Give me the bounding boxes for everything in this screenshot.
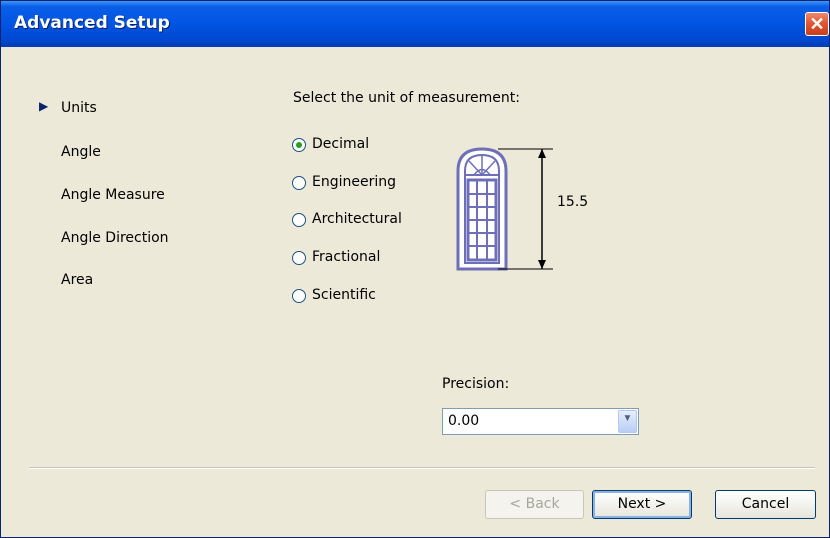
dialog-content: ▶ Units Angle Angle Measure Angle Direct… xyxy=(1,47,829,537)
radio-label[interactable]: Scientific xyxy=(312,287,376,303)
advanced-setup-dialog: Advanced Setup ✕ ▶ Units Angle Angle Mea… xyxy=(0,0,830,538)
radio-selected-dot xyxy=(296,142,302,148)
separator xyxy=(29,467,815,469)
precision-dropdown[interactable]: 0.00 ▼ xyxy=(442,408,639,435)
precision-value: 0.00 xyxy=(448,413,480,429)
dimension-label: 15.5 xyxy=(557,194,589,210)
nav-item-angle-direction: Angle Direction xyxy=(61,230,169,246)
dropdown-button[interactable]: ▼ xyxy=(618,410,637,433)
radio-label[interactable]: Engineering xyxy=(312,174,396,190)
radio-circle[interactable] xyxy=(292,138,306,152)
current-step-arrow-icon: ▶ xyxy=(39,99,49,113)
next-button[interactable]: Next > xyxy=(592,490,692,519)
unit-heading: Select the unit of measurement: xyxy=(293,90,520,106)
radio-circle[interactable] xyxy=(292,176,306,190)
radio-label[interactable]: Fractional xyxy=(312,249,380,265)
radio-label[interactable]: Decimal xyxy=(312,136,369,152)
radio-label[interactable]: Architectural xyxy=(312,211,402,227)
precision-label: Precision: xyxy=(442,376,510,392)
window-title: Advanced Setup xyxy=(14,13,170,33)
nav-item-angle-measure: Angle Measure xyxy=(61,187,165,203)
radio-circle[interactable] xyxy=(292,289,306,303)
radio-circle[interactable] xyxy=(292,251,306,265)
nav-item-units: Units xyxy=(61,100,97,116)
window-preview-icon xyxy=(456,147,553,271)
chevron-down-icon: ▼ xyxy=(622,413,633,424)
close-icon: ✕ xyxy=(809,14,825,34)
nav-item-area: Area xyxy=(61,272,94,288)
back-button[interactable]: < Back xyxy=(485,490,584,519)
title-bar[interactable]: Advanced Setup ✕ xyxy=(1,1,829,47)
close-button[interactable]: ✕ xyxy=(805,12,829,36)
radio-circle[interactable] xyxy=(292,213,306,227)
nav-item-angle: Angle xyxy=(61,144,101,160)
cancel-button[interactable]: Cancel xyxy=(715,490,816,519)
